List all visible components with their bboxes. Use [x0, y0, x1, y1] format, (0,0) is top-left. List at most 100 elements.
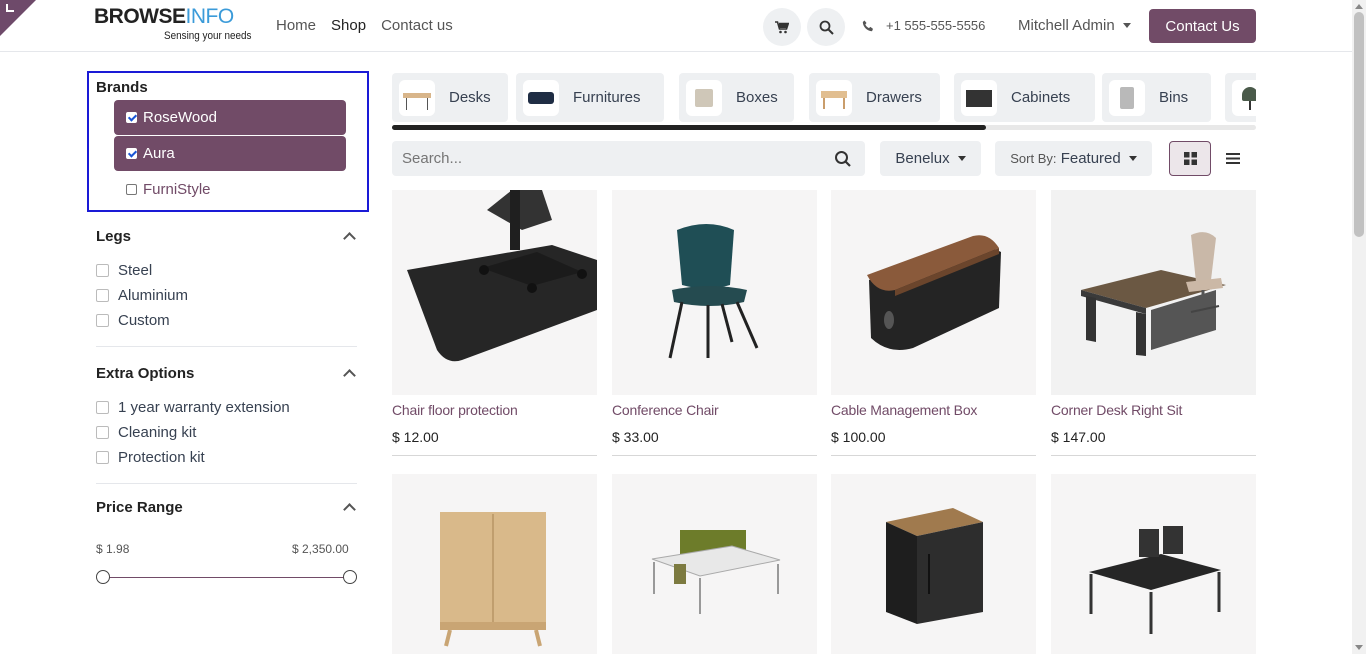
checkbox-icon[interactable] — [96, 426, 109, 439]
price-slider-max-handle[interactable] — [343, 570, 357, 584]
product-card[interactable]: Chair floor protection $ 12.00 — [392, 190, 597, 456]
chevron-up-icon[interactable] — [343, 503, 356, 516]
checkbox-icon[interactable] — [96, 401, 109, 414]
office-bench-desk-image[interactable] — [612, 474, 817, 654]
legs-option-custom[interactable]: Custom — [96, 312, 170, 329]
wooden-cabinet-image[interactable] — [392, 474, 597, 654]
scroll-down-arrow-icon[interactable] — [1355, 645, 1363, 650]
legs-option-aluminium[interactable]: Aluminium — [96, 287, 188, 304]
divider — [96, 346, 357, 347]
legs-label: Steel — [118, 262, 153, 279]
checkbox-checked-icon[interactable] — [126, 112, 137, 123]
category-furnitures[interactable]: Furnitures — [516, 73, 664, 122]
logo-main-text: BROWSE — [94, 5, 186, 28]
checkbox-icon[interactable] — [96, 264, 109, 277]
category-boxes[interactable]: Boxes — [679, 73, 794, 122]
extra-option-cleaning-kit[interactable]: Cleaning kit — [96, 424, 196, 441]
category-label: Drawers — [866, 89, 922, 106]
category-lamps[interactable] — [1225, 73, 1256, 122]
checkbox-icon[interactable] — [126, 184, 137, 195]
category-desks[interactable]: Desks — [392, 73, 508, 122]
search-icon[interactable] — [834, 150, 852, 168]
brand-option-furnistyle[interactable]: FurniStyle — [114, 172, 346, 207]
brand-label: FurniStyle — [143, 181, 211, 198]
product-card[interactable] — [831, 474, 1036, 654]
product-name[interactable]: Chair floor protection — [392, 402, 518, 418]
category-drawers[interactable]: Drawers — [809, 73, 940, 122]
product-search[interactable] — [392, 141, 865, 176]
product-name[interactable]: Cable Management Box — [831, 402, 977, 418]
bin-thumbnail-icon — [1109, 79, 1145, 116]
category-label: Boxes — [736, 89, 778, 106]
drawer-pedestal-image[interactable] — [831, 474, 1036, 654]
category-scroll-thumb[interactable] — [392, 125, 986, 130]
checkbox-icon[interactable] — [96, 451, 109, 464]
price-slider-min-handle[interactable] — [96, 570, 110, 584]
category-bins[interactable]: Bins — [1102, 73, 1211, 122]
phone-link[interactable]: +1 555-555-5556 — [862, 18, 985, 33]
grid-icon — [1183, 152, 1197, 165]
nav-home[interactable]: Home — [276, 17, 316, 34]
box-thumbnail-icon — [686, 79, 722, 116]
category-label: Cabinets — [1011, 89, 1071, 106]
product-card[interactable] — [392, 474, 597, 654]
checkbox-icon[interactable] — [96, 289, 109, 302]
brand-label: RoseWood — [143, 109, 217, 126]
product-name[interactable]: Conference Chair — [612, 402, 719, 418]
checkbox-icon[interactable] — [96, 314, 109, 327]
user-menu[interactable]: Mitchell Admin — [1018, 17, 1131, 34]
category-cabinets[interactable]: Cabinets — [954, 73, 1095, 122]
quad-workstation-desk-image[interactable] — [1051, 474, 1256, 654]
divider — [1051, 455, 1256, 456]
pricelist-dropdown[interactable]: Benelux — [880, 141, 981, 176]
legs-title[interactable]: Legs — [96, 228, 131, 245]
product-price: $ 100.00 — [831, 429, 886, 445]
nav-contact-us[interactable]: Contact us — [381, 17, 453, 34]
category-label: Desks — [449, 89, 491, 106]
extra-options-title[interactable]: Extra Options — [96, 365, 194, 382]
brand-option-rosewood[interactable]: RoseWood — [114, 100, 346, 135]
desk-thumbnail-icon — [399, 79, 435, 116]
product-card[interactable]: Corner Desk Right Sit $ 147.00 — [1051, 190, 1256, 456]
search-button[interactable] — [807, 8, 845, 46]
product-card[interactable] — [612, 474, 817, 654]
brand-option-aura[interactable]: Aura — [114, 136, 346, 171]
corner-icon — [6, 4, 14, 12]
scrollbar-thumb[interactable] — [1354, 12, 1364, 237]
divider — [612, 455, 817, 456]
legs-option-steel[interactable]: Steel — [96, 262, 152, 279]
extra-option-protection-kit[interactable]: Protection kit — [96, 449, 205, 466]
sort-dropdown[interactable]: Sort By: Featured — [995, 141, 1152, 176]
extra-option-label: 1 year warranty extension — [118, 399, 290, 416]
extra-option-warranty[interactable]: 1 year warranty extension — [96, 399, 290, 416]
brand-label: Aura — [143, 145, 175, 162]
grid-view-button[interactable] — [1169, 141, 1211, 176]
product-price: $ 147.00 — [1051, 429, 1106, 445]
chevron-up-icon[interactable] — [343, 232, 356, 245]
main-nav: Home Shop Contact us — [276, 17, 453, 34]
chair-floor-mat-image[interactable] — [392, 190, 597, 395]
conference-chair-image[interactable] — [612, 190, 817, 395]
phone-icon — [862, 20, 873, 31]
chevron-up-icon[interactable] — [343, 369, 356, 382]
corner-desk-image[interactable] — [1051, 190, 1256, 395]
search-input[interactable] — [402, 150, 802, 167]
price-range-title[interactable]: Price Range — [96, 499, 183, 516]
pricelist-value: Benelux — [895, 150, 950, 167]
scroll-up-arrow-icon[interactable] — [1355, 4, 1363, 9]
price-slider-track[interactable] — [103, 577, 350, 578]
contact-us-button[interactable]: Contact Us — [1149, 9, 1256, 43]
chevron-down-icon — [957, 156, 966, 161]
product-card[interactable]: Cable Management Box $ 100.00 — [831, 190, 1036, 456]
product-card[interactable] — [1051, 474, 1256, 654]
sort-label: Sort By: — [1010, 151, 1057, 166]
cable-management-box-image[interactable] — [831, 190, 1036, 395]
product-card[interactable]: Conference Chair $ 33.00 — [612, 190, 817, 456]
checkbox-checked-icon[interactable] — [126, 148, 137, 159]
product-name[interactable]: Corner Desk Right Sit — [1051, 402, 1182, 418]
list-view-button[interactable] — [1212, 141, 1254, 176]
logo[interactable]: BROWSEINFO Sensing your needs — [94, 6, 254, 46]
page-scrollbar[interactable] — [1352, 0, 1366, 654]
cart-button[interactable] — [763, 8, 801, 46]
nav-shop[interactable]: Shop — [331, 17, 366, 34]
